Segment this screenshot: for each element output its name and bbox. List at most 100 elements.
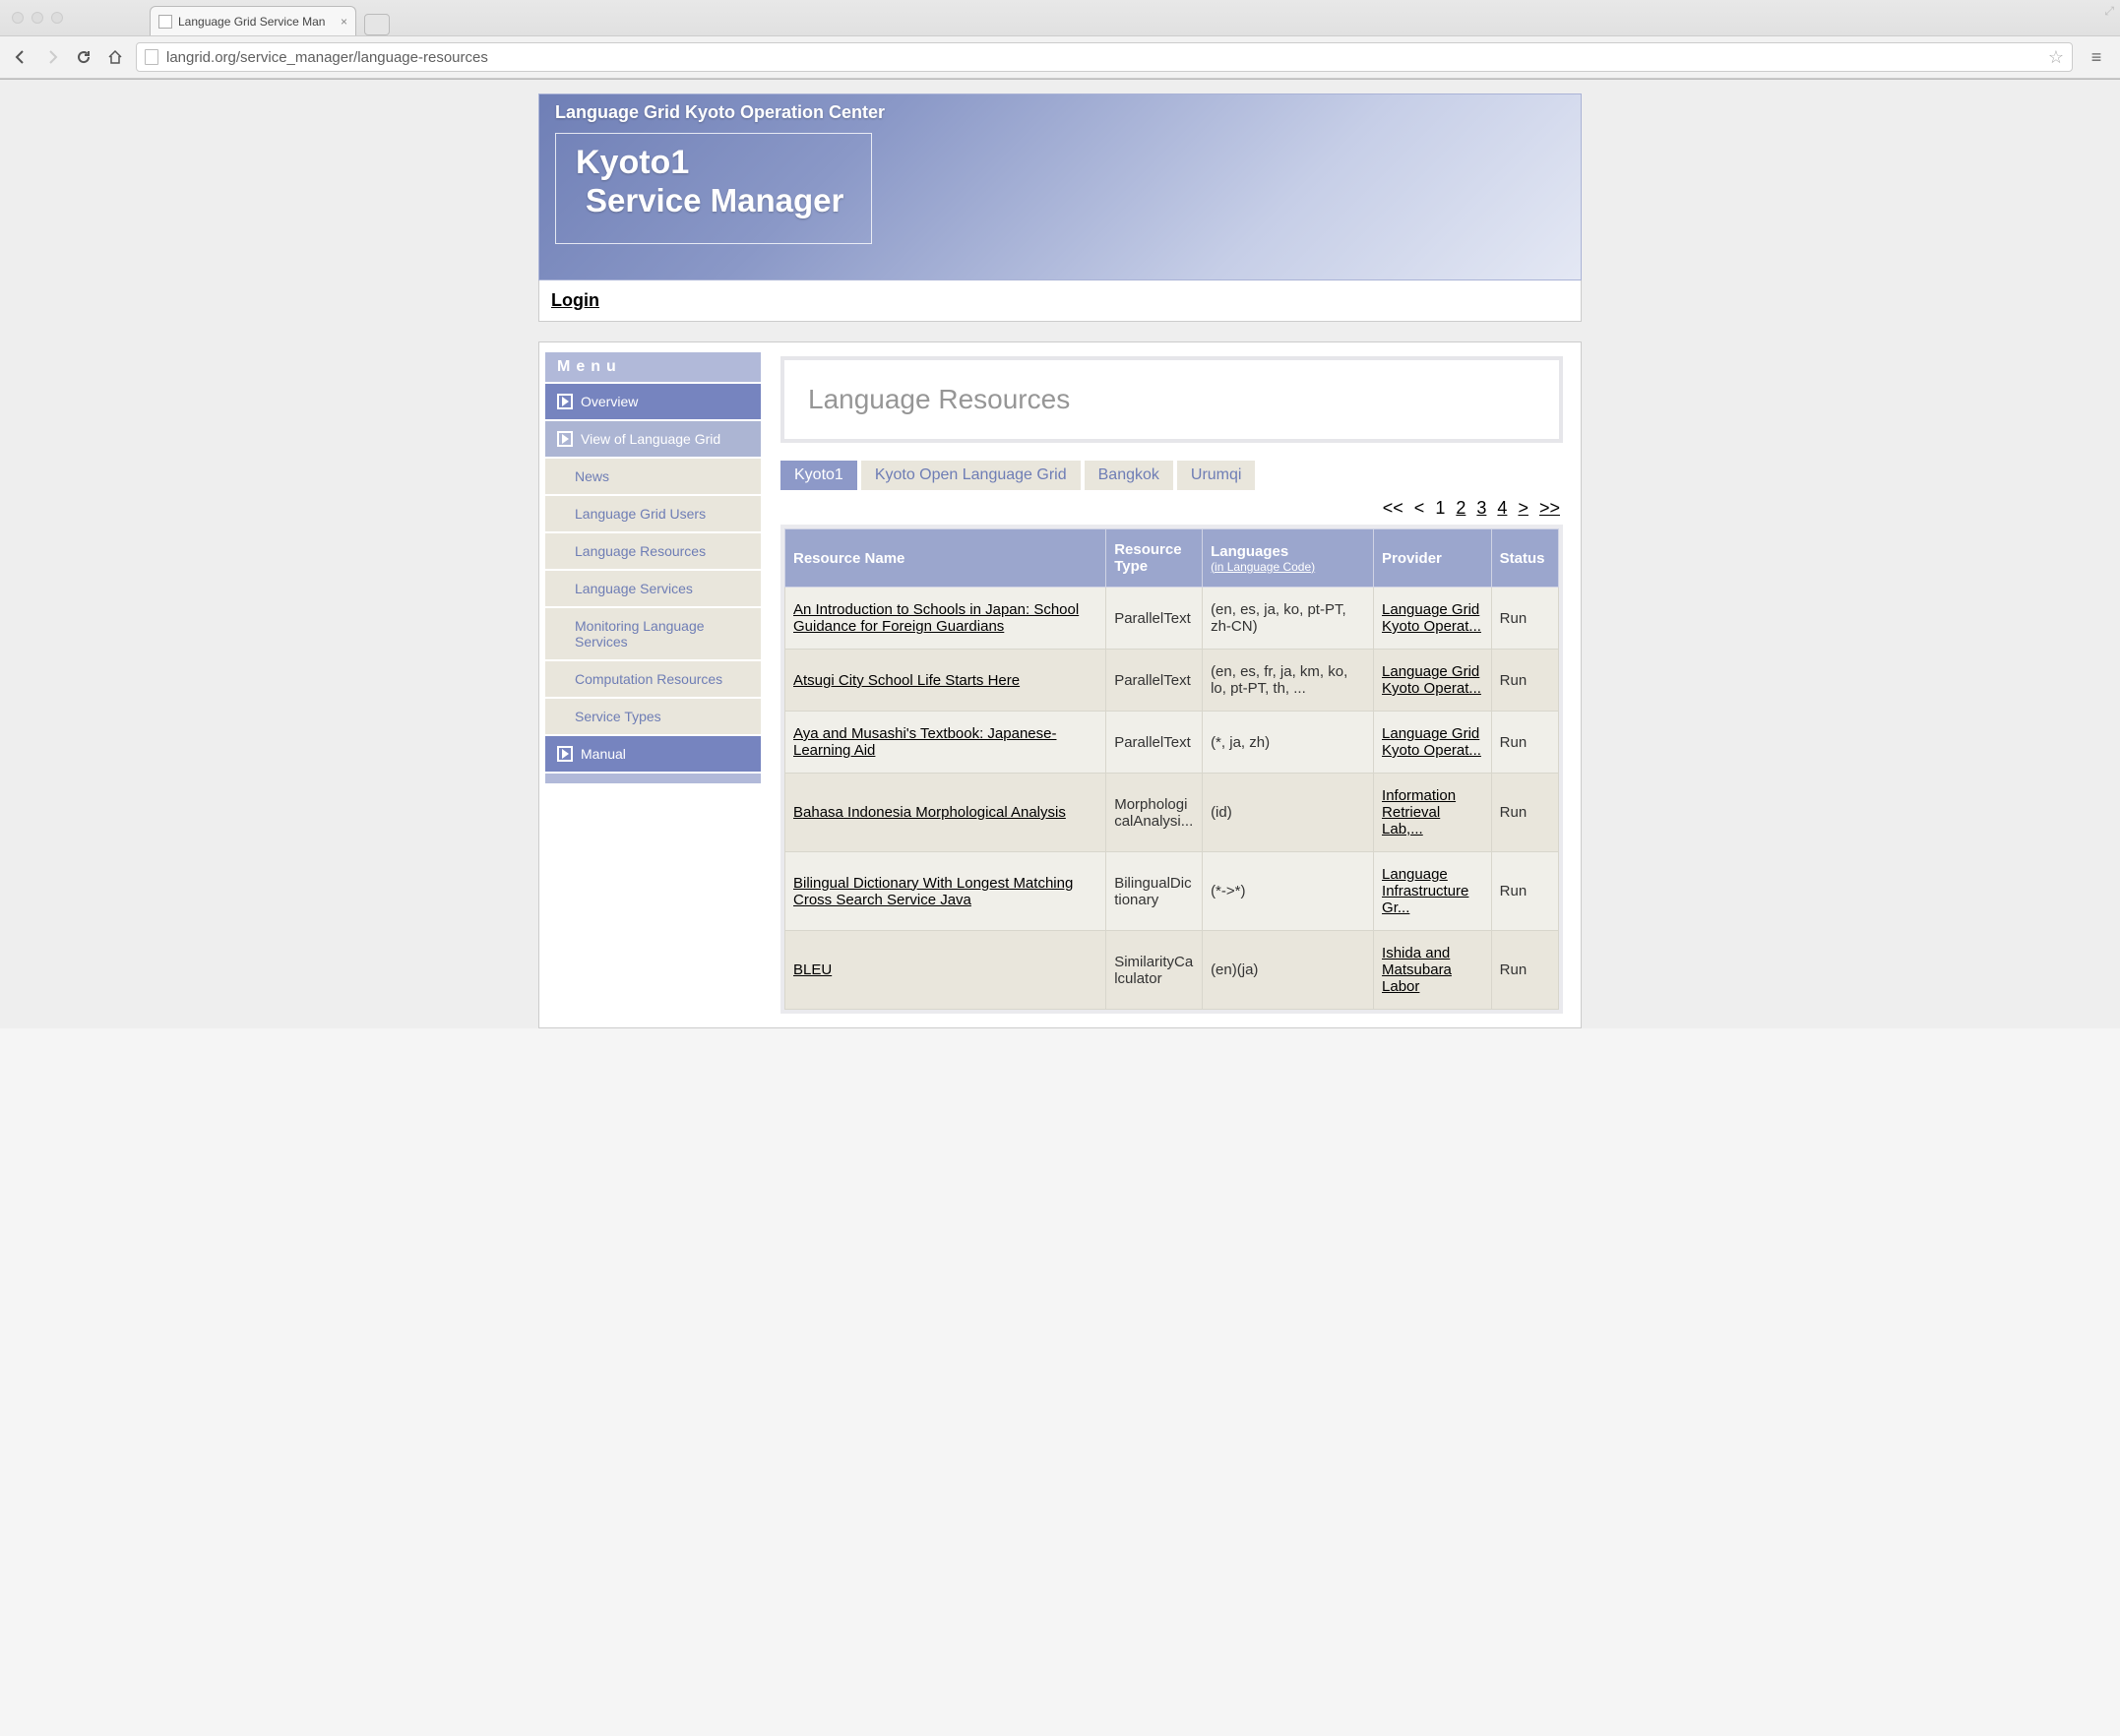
forward-button[interactable] xyxy=(41,46,63,68)
minimize-window-icon[interactable] xyxy=(31,12,43,24)
browser-tab[interactable]: Language Grid Service Man × xyxy=(150,6,356,35)
th-resource-type[interactable]: Resource Type xyxy=(1106,529,1203,588)
browser-chrome: Language Grid Service Man × ☆ ≡ xyxy=(0,0,2120,80)
resource-name-link[interactable]: Aya and Musashi's Textbook: Japanese-Lea… xyxy=(793,725,1056,759)
pager-first[interactable]: << xyxy=(1383,498,1403,518)
reload-button[interactable] xyxy=(73,46,94,68)
window-titlebar: Language Grid Service Man × xyxy=(0,0,2120,35)
data-table-wrap: Resource Name Resource Type Languages (i… xyxy=(780,525,1563,1014)
pager-prev[interactable]: < xyxy=(1414,498,1425,518)
chevron-right-icon xyxy=(557,431,573,447)
pager-page-2[interactable]: 2 xyxy=(1456,498,1465,518)
grid-tab-kyoto-open[interactable]: Kyoto Open Language Grid xyxy=(861,461,1081,490)
th-languages[interactable]: Languages (in Language Code) xyxy=(1203,529,1374,588)
languages-cell: (en, es, fr, ja, km, ko, lo, pt-PT, th, … xyxy=(1203,650,1374,712)
sidebar-label: Manual xyxy=(581,746,626,762)
table-row: Bilingual Dictionary With Longest Matchi… xyxy=(785,852,1559,931)
pager-next[interactable]: > xyxy=(1518,498,1528,518)
status-cell: Run xyxy=(1491,931,1558,1010)
resize-corner-icon: ⤢ xyxy=(2104,4,2114,19)
provider-link[interactable]: Information Retrieval Lab,... xyxy=(1382,787,1456,837)
table-row: BLEU SimilarityCalculator(en)(ja)Ishida a… xyxy=(785,931,1559,1010)
sidebar-item-monitoring[interactable]: Monitoring Language Services xyxy=(545,606,761,659)
page-icon xyxy=(145,49,158,65)
pager-page-4[interactable]: 4 xyxy=(1497,498,1507,518)
banner-title-line2: Service Manager xyxy=(586,182,843,219)
resources-table: Resource Name Resource Type Languages (i… xyxy=(784,528,1559,1010)
page-viewport: Language Grid Kyoto Operation Center Kyo… xyxy=(0,80,2120,1028)
browser-menu-button[interactable]: ≡ xyxy=(2083,47,2110,68)
provider-link[interactable]: Language Grid Kyoto Operat... xyxy=(1382,601,1481,635)
traffic-lights xyxy=(12,12,63,24)
bookmark-star-icon[interactable]: ☆ xyxy=(2048,47,2064,68)
resource-type-cell: SimilarityCalculator xyxy=(1106,931,1203,1010)
close-window-icon[interactable] xyxy=(12,12,24,24)
th-resource-name[interactable]: Resource Name xyxy=(785,529,1106,588)
th-languages-sub[interactable]: (in Language Code) xyxy=(1211,560,1365,574)
resource-type-cell: MorphologicalAnalysi... xyxy=(1106,774,1203,852)
home-icon xyxy=(107,49,123,65)
resource-type-cell: ParallelText xyxy=(1106,712,1203,774)
sidebar: Menu Overview View of Language Grid News… xyxy=(539,342,761,1027)
sidebar-manual[interactable]: Manual xyxy=(545,734,761,772)
status-cell: Run xyxy=(1491,774,1558,852)
status-cell: Run xyxy=(1491,650,1558,712)
sidebar-item-language-services[interactable]: Language Services xyxy=(545,569,761,606)
provider-link[interactable]: Ishida and Matsubara Labor xyxy=(1382,945,1452,995)
resource-name-link[interactable]: An Introduction to Schools in Japan: Sch… xyxy=(793,601,1079,635)
arrow-left-icon xyxy=(13,49,29,65)
resource-name-link[interactable]: Bilingual Dictionary With Longest Matchi… xyxy=(793,875,1073,908)
resource-name-link[interactable]: Atsugi City School Life Starts Here xyxy=(793,672,1020,689)
languages-cell: (en, es, ja, ko, pt-PT, zh-CN) xyxy=(1203,588,1374,650)
banner-title-line1: Kyoto1 xyxy=(576,144,843,182)
resource-name-link[interactable]: Bahasa Indonesia Morphological Analysis xyxy=(793,804,1066,821)
resource-name-link[interactable]: BLEU xyxy=(793,961,832,978)
sidebar-item-news[interactable]: News xyxy=(545,457,761,494)
table-row: Bahasa Indonesia Morphological Analysis M… xyxy=(785,774,1559,852)
provider-link[interactable]: Language Grid Kyoto Operat... xyxy=(1382,663,1481,697)
languages-cell: (*, ja, zh) xyxy=(1203,712,1374,774)
banner-org: Language Grid Kyoto Operation Center xyxy=(555,102,1565,123)
browser-toolbar: ☆ ≡ xyxy=(0,35,2120,79)
status-cell: Run xyxy=(1491,852,1558,931)
provider-link[interactable]: Language Infrastructure Gr... xyxy=(1382,866,1468,916)
tab-strip: Language Grid Service Man × xyxy=(150,0,390,35)
provider-link[interactable]: Language Grid Kyoto Operat... xyxy=(1382,725,1481,759)
grid-tab-bangkok[interactable]: Bangkok xyxy=(1085,461,1173,490)
grid-tab-kyoto1[interactable]: Kyoto1 xyxy=(780,461,857,490)
sidebar-item-computation[interactable]: Computation Resources xyxy=(545,659,761,697)
languages-cell: (id) xyxy=(1203,774,1374,852)
table-row: Atsugi City School Life Starts HereParal… xyxy=(785,650,1559,712)
home-button[interactable] xyxy=(104,46,126,68)
url-input[interactable] xyxy=(166,49,2040,66)
chevron-right-icon xyxy=(557,394,573,409)
languages-cell: (en)(ja) xyxy=(1203,931,1374,1010)
sidebar-item-service-types[interactable]: Service Types xyxy=(545,697,761,734)
back-button[interactable] xyxy=(10,46,31,68)
status-cell: Run xyxy=(1491,588,1558,650)
table-row: An Introduction to Schools in Japan: Sch… xyxy=(785,588,1559,650)
sidebar-view-heading[interactable]: View of Language Grid xyxy=(545,419,761,457)
arrow-right-icon xyxy=(44,49,60,65)
tab-close-icon[interactable]: × xyxy=(341,15,347,29)
th-status[interactable]: Status xyxy=(1491,529,1558,588)
pager: << < 1 2 3 4 > >> xyxy=(780,494,1563,525)
page-title: Language Resources xyxy=(808,384,1535,415)
login-link[interactable]: Login xyxy=(551,290,599,310)
sidebar-overview[interactable]: Overview xyxy=(545,382,761,419)
sidebar-label: View of Language Grid xyxy=(581,431,720,447)
address-bar[interactable]: ☆ xyxy=(136,42,2073,72)
sidebar-item-users[interactable]: Language Grid Users xyxy=(545,494,761,531)
sidebar-item-language-resources[interactable]: Language Resources xyxy=(545,531,761,569)
menu-heading: Menu xyxy=(545,352,761,382)
main-content: Language Resources Kyoto1 Kyoto Open Lan… xyxy=(780,342,1581,1027)
pager-last[interactable]: >> xyxy=(1539,498,1560,518)
grid-tab-urumqi[interactable]: Urumqi xyxy=(1177,461,1256,490)
pager-page-3[interactable]: 3 xyxy=(1476,498,1486,518)
resource-type-cell: ParallelText xyxy=(1106,588,1203,650)
tab-title: Language Grid Service Man xyxy=(178,15,325,29)
zoom-window-icon[interactable] xyxy=(51,12,63,24)
th-provider[interactable]: Provider xyxy=(1374,529,1492,588)
new-tab-button[interactable] xyxy=(364,14,390,35)
login-bar: Login xyxy=(538,280,1582,322)
